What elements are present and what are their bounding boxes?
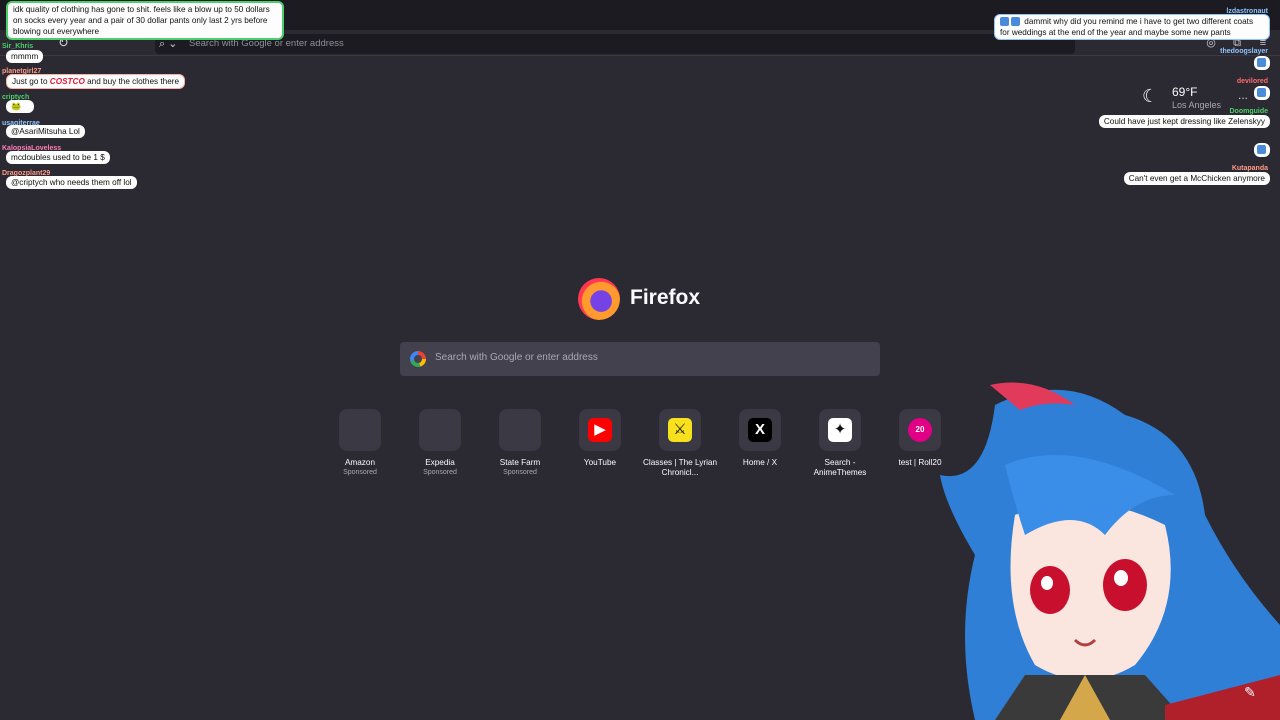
- chat-message: Can't even get a McChicken anymore: [1123, 172, 1270, 185]
- google-icon: [410, 351, 426, 367]
- search-input[interactable]: Search with Google or enter address: [400, 342, 880, 376]
- top-site-favicon-icon: X: [748, 418, 772, 442]
- top-site-icon-frame[interactable]: ⚔: [659, 409, 701, 451]
- top-site-icon-frame[interactable]: [339, 409, 381, 451]
- chat-username: thedoogslayer: [1220, 48, 1268, 55]
- top-site-favicon-icon: ▶: [588, 418, 612, 442]
- top-site-title: YouTube: [583, 458, 617, 467]
- chat-message: dammit why did you remind me i have to g…: [994, 14, 1270, 40]
- url-bar[interactable]: ⌕ ⌄ Search with Google or enter address: [155, 34, 1075, 54]
- top-site-icon-frame[interactable]: X: [739, 409, 781, 451]
- emote-icon: [1257, 145, 1266, 154]
- chat-overlay-left: idk quality of clothing has gone to shit…: [0, 0, 290, 200]
- emote-icon: [1257, 88, 1266, 97]
- chat-message: 🐸: [6, 100, 34, 113]
- search-placeholder: Search with Google or enter address: [435, 352, 598, 363]
- chat-message: [1254, 56, 1270, 70]
- chat-message: [1254, 86, 1270, 100]
- top-site-tile[interactable]: Amazon Sponsored: [320, 409, 400, 484]
- top-site-icon-frame[interactable]: [419, 409, 461, 451]
- top-site-favicon-icon: ⚔: [668, 418, 692, 442]
- emote-icon: 🐸: [11, 102, 22, 111]
- chat-message-text: Can't even get a McChicken anymore: [1128, 174, 1265, 183]
- firefox-wordmark: Firefox: [630, 286, 701, 309]
- sponsored-label: Sponsored: [343, 469, 377, 476]
- chat-message: mcdoubles used to be 1 $: [6, 151, 110, 164]
- chat-message-text: mcdoubles used to be 1 $: [11, 153, 105, 162]
- chat-message: Just go to COSTCO and buy the clothes th…: [6, 74, 186, 89]
- top-site-tile[interactable]: ▶ YouTube: [560, 409, 640, 484]
- top-site-tile[interactable]: Expedia Sponsored: [400, 409, 480, 484]
- top-site-title: Expedia: [425, 458, 455, 467]
- chat-message: @AsariMitsuha Lol: [6, 125, 85, 138]
- chat-message: [1254, 143, 1270, 157]
- chat-username: devilored: [1236, 78, 1268, 85]
- firefox-logo: Firefox: [578, 276, 708, 322]
- top-site-favicon-icon: ✦: [828, 418, 852, 442]
- costco-logo: COSTCO: [49, 77, 85, 86]
- top-site-favicon-icon: 20: [908, 418, 932, 442]
- top-site-title: State Farm: [499, 458, 541, 467]
- top-site-tile[interactable]: ⚔ Classes | The Lyrian Chronicl...: [640, 409, 720, 484]
- top-site-title: Amazon: [344, 458, 376, 467]
- top-site-title: Classes | The Lyrian Chronicl...: [642, 458, 718, 477]
- chat-message-text: mmmm: [11, 52, 39, 61]
- vtuber-avatar: [940, 382, 1280, 720]
- top-site-tile[interactable]: ✦ Search - AnimeThemes: [800, 409, 880, 484]
- emote-icon: [1000, 17, 1009, 27]
- top-site-icon-frame[interactable]: ✦: [819, 409, 861, 451]
- top-site-tile[interactable]: State Farm Sponsored: [480, 409, 560, 484]
- sponsored-label: Sponsored: [423, 469, 457, 476]
- top-site-icon-frame[interactable]: [499, 409, 541, 451]
- top-site-title: Search - AnimeThemes: [813, 458, 867, 477]
- top-site-icon-frame[interactable]: ▶: [579, 409, 621, 451]
- chat-message-text: Just go to: [12, 77, 48, 86]
- firefox-icon: [578, 278, 620, 320]
- top-site-tile[interactable]: X Home / X: [720, 409, 800, 484]
- chat-message: @criptych who needs them off lol: [6, 176, 137, 189]
- sponsored-label: Sponsored: [503, 469, 537, 476]
- chat-message: mmmm: [6, 50, 44, 63]
- chat-message-text: @criptych who needs them off lol: [11, 178, 132, 187]
- top-site-title: Home / X: [742, 458, 778, 467]
- pencil-icon[interactable]: ✎: [1238, 680, 1262, 704]
- chat-overlay-right: lzdastronaut dammit why did you remind m…: [990, 0, 1280, 200]
- chat-message-text: dammit why did you remind me i have to g…: [1000, 17, 1254, 37]
- emote-icon: [1011, 17, 1020, 27]
- chat-message: Could have just kept dressing like Zelen…: [1098, 115, 1270, 128]
- chat-message: idk quality of clothing has gone to shit…: [6, 1, 284, 40]
- chat-message-text: @AsariMitsuha Lol: [11, 127, 80, 136]
- chat-message-text: and buy the clothes there: [87, 77, 180, 86]
- chat-message-text: idk quality of clothing has gone to shit…: [13, 5, 270, 36]
- chat-message-text: Could have just kept dressing like Zelen…: [1103, 117, 1265, 126]
- emote-icon: [1257, 58, 1266, 67]
